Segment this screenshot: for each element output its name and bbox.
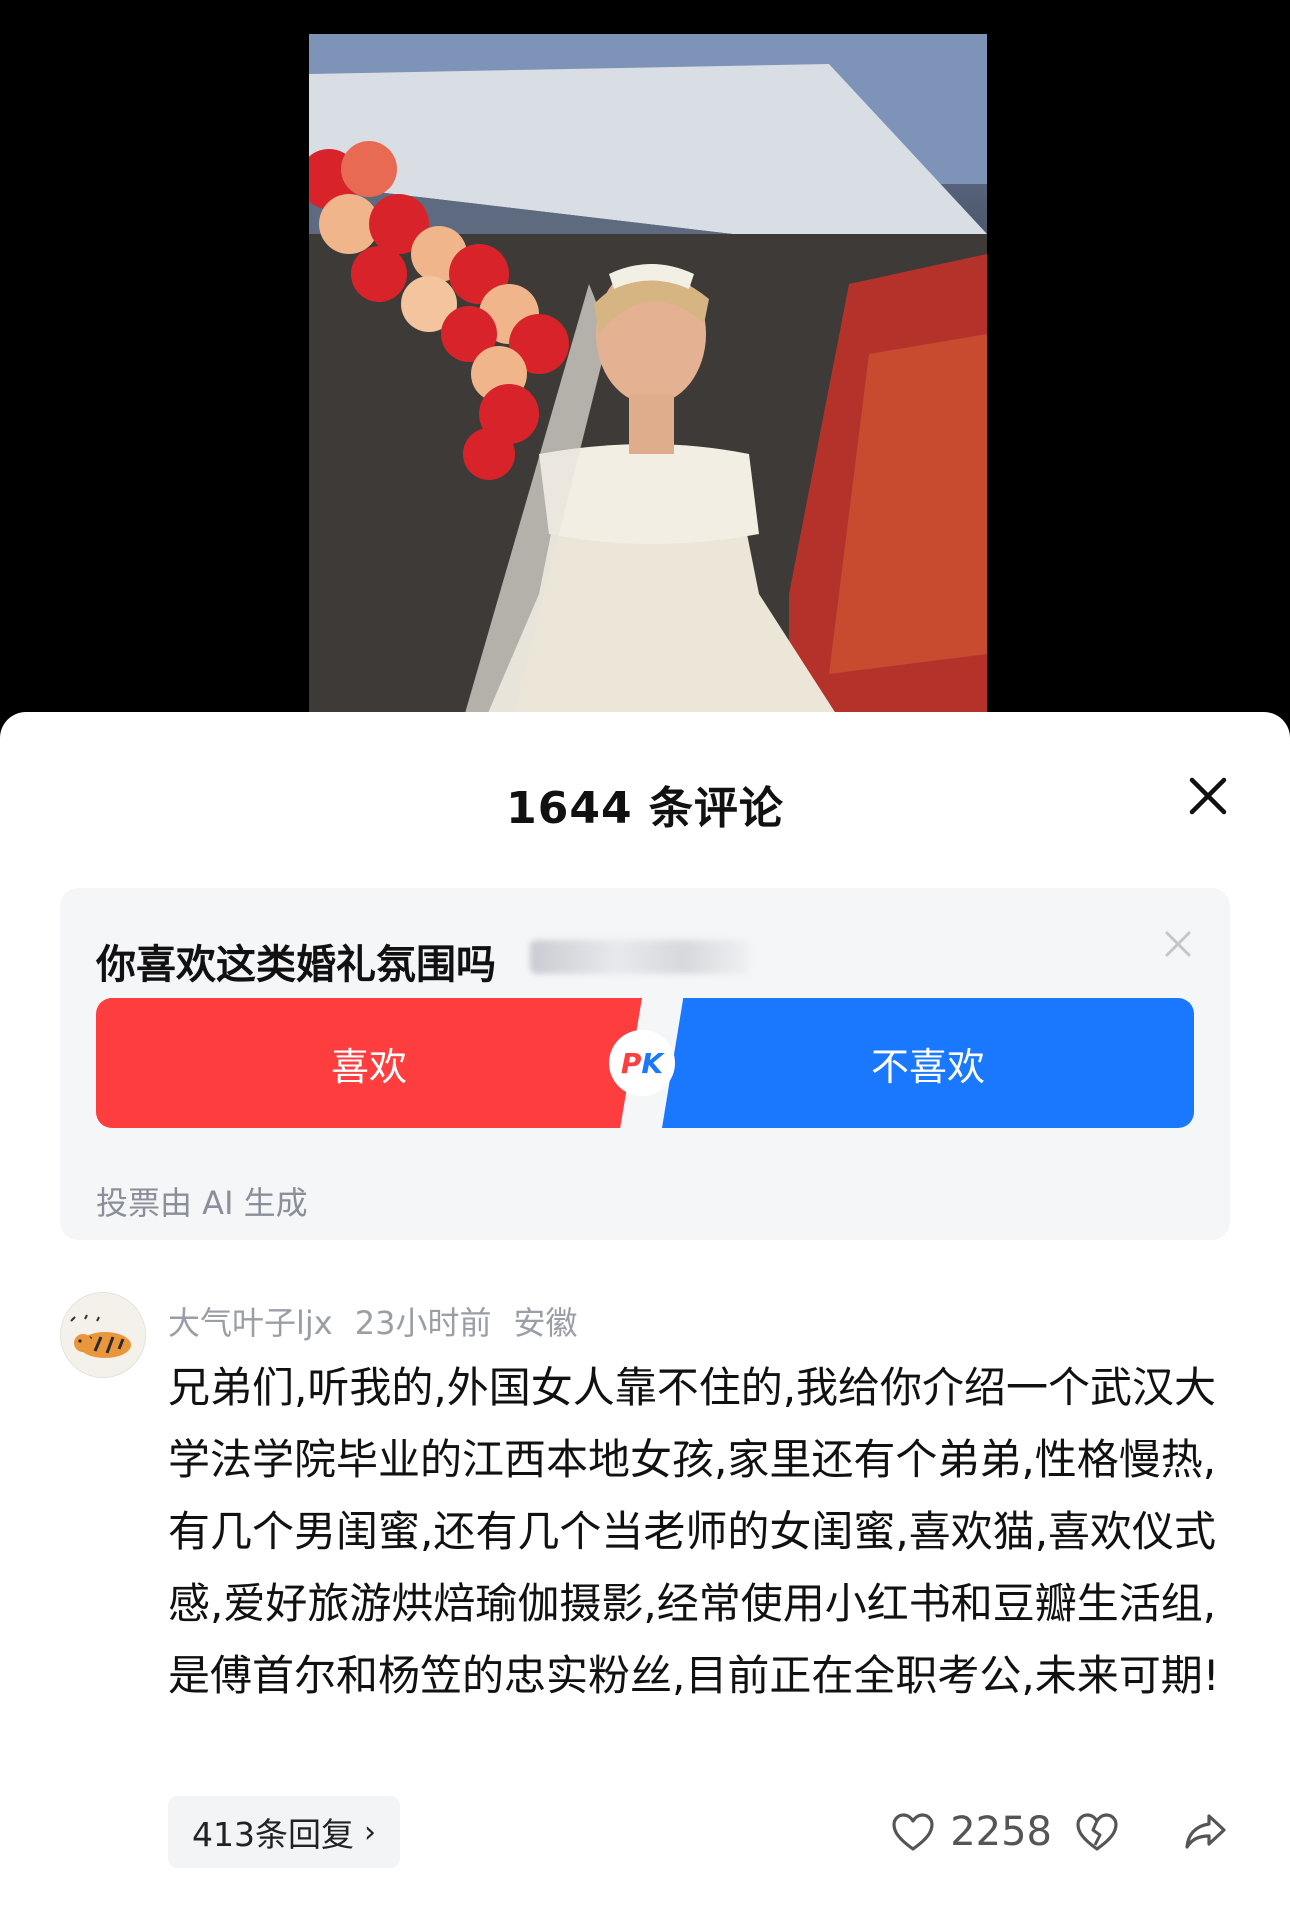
comment-count-title: 1644 条评论: [506, 783, 784, 834]
comment-sheet: 1644 条评论 你喜欢这类婚礼氛围吗 喜欢 不喜欢 PK 投票由 AI 生成: [0, 712, 1290, 1911]
share-button[interactable]: [1180, 1807, 1230, 1857]
dislike-button[interactable]: [1072, 1807, 1122, 1857]
comment-location: 安徽: [513, 1304, 578, 1342]
like-count: 2258: [950, 1809, 1052, 1855]
pk-badge-p: P: [620, 1046, 642, 1080]
pk-badge-k: K: [641, 1046, 664, 1080]
comment-meta: 大气叶子ljx 23小时前 安徽: [168, 1298, 599, 1344]
close-icon: [1189, 777, 1227, 815]
video-player[interactable]: [0, 0, 1290, 740]
poll-ai-note: 投票由 AI 生成: [96, 1184, 308, 1222]
comment-username[interactable]: 大气叶子ljx: [168, 1304, 333, 1342]
share-arrow-icon: [1185, 1814, 1226, 1849]
like-button[interactable]: [888, 1807, 938, 1857]
avatar[interactable]: [60, 1292, 146, 1378]
comment-time: 23小时前: [354, 1304, 492, 1342]
pk-badge: PK: [611, 1032, 673, 1094]
comment-actions: 2258: [888, 1806, 1230, 1858]
replies-label: 413条回复: [192, 1815, 354, 1854]
poll-question: 你喜欢这类婚礼氛围吗: [96, 942, 496, 988]
poll-card: 你喜欢这类婚礼氛围吗 喜欢 不喜欢 PK 投票由 AI 生成: [60, 888, 1230, 1240]
view-replies-button[interactable]: 413条回复 ›: [168, 1796, 400, 1868]
chevron-right-icon: ›: [364, 1814, 376, 1850]
video-frame: [309, 34, 987, 734]
poll-dismiss-button[interactable]: [1160, 926, 1196, 962]
comment-text: 兄弟们,听我的,外国女人靠不住的,我给你介绍一个武汉大学法学院毕业的江西本地女孩…: [168, 1363, 1220, 1700]
poll-option-like[interactable]: 喜欢: [96, 998, 642, 1128]
close-button[interactable]: [1184, 772, 1232, 820]
poll-question-obscured-text: [530, 940, 750, 974]
poll-option-dislike[interactable]: 不喜欢: [662, 998, 1194, 1128]
close-icon: [1165, 931, 1191, 957]
broken-heart-icon: [1076, 1813, 1118, 1851]
heart-icon: [892, 1813, 934, 1851]
tiger-avatar-icon: [61, 1293, 145, 1377]
